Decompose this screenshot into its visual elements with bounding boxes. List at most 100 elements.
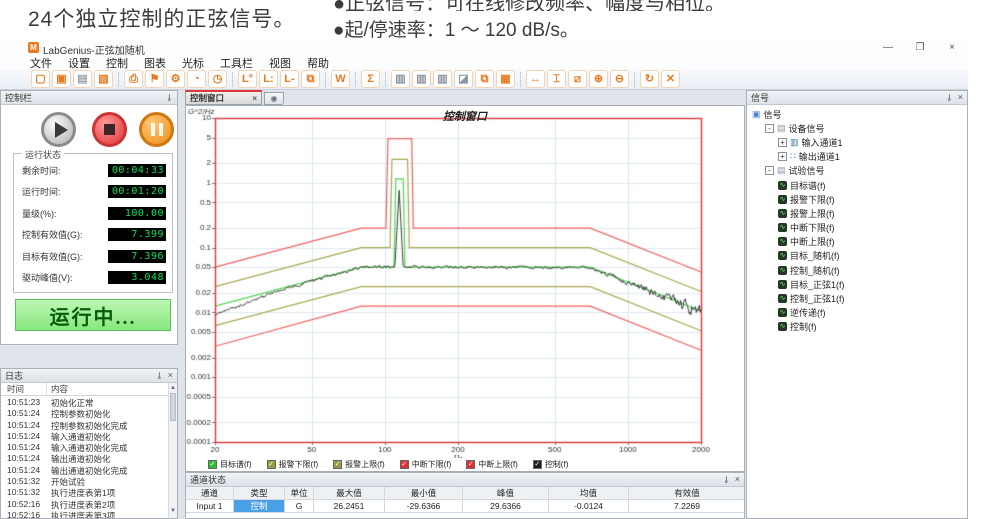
new-file-button[interactable]: ▢: [31, 70, 50, 88]
zoom-in-button[interactable]: ⊕: [589, 70, 608, 88]
tree-item[interactable]: ∿控制_随机(f): [747, 263, 967, 277]
tree-item[interactable]: ∿控制(f): [747, 320, 967, 334]
log-row[interactable]: 10:51:24控制参数初始化: [1, 408, 169, 419]
menu-item[interactable]: 设置: [60, 58, 98, 70]
disc-button[interactable]: ◔: [187, 70, 206, 88]
scroll-down-icon[interactable]: ▼: [170, 508, 176, 514]
tree-item[interactable]: +▥输入通道1: [747, 135, 967, 149]
legend-item[interactable]: ✓报警上限(f): [333, 459, 385, 470]
legend-checkbox-icon[interactable]: ✓: [533, 460, 542, 469]
tab-close-icon[interactable]: ×: [252, 94, 257, 103]
v-zoom-button[interactable]: ⌶: [547, 70, 566, 88]
log-row[interactable]: 10:51:24输出通道初始化完成: [1, 465, 169, 476]
tree-item[interactable]: ∿目标_随机(f): [747, 249, 967, 263]
menu-item[interactable]: 视图: [261, 58, 299, 70]
tree-item[interactable]: ∿中断下限(f): [747, 221, 967, 235]
legend-checkbox-icon[interactable]: ✓: [208, 460, 217, 469]
log-xy-button[interactable]: L-: [280, 70, 299, 88]
log-y-button[interactable]: L:: [259, 70, 278, 88]
minimize-button[interactable]: —: [875, 40, 901, 55]
settings-gear-button[interactable]: ⚙: [166, 70, 185, 88]
word-export-button[interactable]: W: [331, 70, 350, 88]
vertical-splitter[interactable]: [178, 90, 185, 519]
pin-icon[interactable]: ⊸: [154, 372, 163, 380]
legend-item[interactable]: ✓中断上限(f): [466, 459, 518, 470]
pin-icon[interactable]: ⊸: [944, 94, 953, 102]
legend-checkbox-icon[interactable]: ✓: [400, 460, 409, 469]
sigma-button[interactable]: Σ: [361, 70, 380, 88]
chart-line-button[interactable]: ◪: [454, 70, 473, 88]
pin-icon[interactable]: ⊸: [165, 94, 174, 102]
play-button[interactable]: [41, 112, 76, 147]
full-scale-button[interactable]: ✕: [661, 70, 680, 88]
tree-item[interactable]: ∿报警上限(f): [747, 206, 967, 220]
pin-icon[interactable]: ⊸: [721, 476, 730, 484]
tree-item[interactable]: ∿目标谱(f): [747, 178, 967, 192]
tree-item[interactable]: ∿逆传递(f): [747, 306, 967, 320]
menu-item[interactable]: 文件: [22, 58, 60, 70]
bar-chart-3-button[interactable]: ▥: [433, 70, 452, 88]
legend-item[interactable]: ✓报警下限(f): [267, 459, 319, 470]
log-row[interactable]: 10:51:24输入通道初始化: [1, 431, 169, 442]
menu-item[interactable]: 帮助: [299, 58, 337, 70]
bar-chart-1-button[interactable]: ▥: [391, 70, 410, 88]
menu-item[interactable]: 工具栏: [212, 58, 261, 70]
collapse-icon[interactable]: -: [765, 124, 774, 133]
log-scrollbar[interactable]: ▲ ▼: [168, 383, 177, 518]
tree-item[interactable]: +∷输出通道1: [747, 150, 967, 164]
table-button[interactable]: ▦: [496, 70, 515, 88]
menu-item[interactable]: 图表: [136, 58, 174, 70]
tab-control-window[interactable]: 控制窗口 ×: [185, 90, 262, 105]
tree-item[interactable]: ∿报警下限(f): [747, 192, 967, 206]
log-row[interactable]: 10:51:24输出通道初始化: [1, 453, 169, 464]
clock-button[interactable]: ◷: [208, 70, 227, 88]
close-icon[interactable]: ×: [735, 475, 740, 484]
legend-checkbox-icon[interactable]: ✓: [267, 460, 276, 469]
copy-window-button[interactable]: ⧉: [301, 70, 320, 88]
bar-chart-2-button[interactable]: ▥: [412, 70, 431, 88]
refresh-button[interactable]: ↻: [640, 70, 659, 88]
h-zoom-button[interactable]: ↔: [526, 70, 545, 88]
snapshot-button[interactable]: ◉: [264, 92, 284, 105]
tree-item[interactable]: ∿中断上限(f): [747, 235, 967, 249]
collapse-icon[interactable]: -: [765, 166, 774, 175]
expand-icon[interactable]: +: [778, 138, 787, 147]
save-button[interactable]: ▣: [52, 70, 71, 88]
log-row[interactable]: 10:51:24输入通道初始化完成: [1, 442, 169, 453]
scroll-up-icon[interactable]: ▲: [170, 385, 176, 391]
box-zoom-button[interactable]: ⧄: [568, 70, 587, 88]
menu-item[interactable]: 光标: [174, 58, 212, 70]
close-icon[interactable]: ×: [958, 93, 963, 102]
zoom-out-button[interactable]: ⊖: [610, 70, 629, 88]
log-row[interactable]: 10:52:16执行进度表第2项: [1, 499, 169, 510]
log-x-button[interactable]: L°: [238, 70, 257, 88]
stop-button[interactable]: [92, 112, 127, 147]
pause-button[interactable]: [139, 112, 174, 147]
menu-item[interactable]: 控制: [98, 58, 136, 70]
open-button[interactable]: ▤: [73, 70, 92, 88]
dual-window-button[interactable]: ⧉: [475, 70, 494, 88]
print-button[interactable]: ⎙: [124, 70, 143, 88]
log-row[interactable]: 10:51:24控制参数初始化完成: [1, 420, 169, 431]
log-row[interactable]: 10:51:32执行进度表第1项: [1, 487, 169, 498]
close-button[interactable]: ×: [939, 40, 965, 55]
expand-icon[interactable]: +: [778, 152, 787, 161]
tree-item[interactable]: ∿控制_正弦1(f): [747, 291, 967, 305]
legend-checkbox-icon[interactable]: ✓: [466, 460, 475, 469]
log-row[interactable]: 10:51:23初始化正常: [1, 397, 169, 408]
restore-button[interactable]: ❐: [907, 40, 933, 55]
log-row[interactable]: 10:51:32开始试验: [1, 476, 169, 487]
legend-item[interactable]: ✓目标谱(f): [208, 459, 252, 470]
tree-item[interactable]: -▤试验信号: [747, 164, 967, 178]
scrollbar-thumb[interactable]: [170, 393, 176, 421]
export-button[interactable]: ▧: [94, 70, 113, 88]
legend-item[interactable]: ✓控制(f): [533, 459, 569, 470]
tree-item[interactable]: -▤设备信号: [747, 121, 967, 135]
log-row[interactable]: 10:52:16执行进度表第3项: [1, 510, 169, 518]
chart-canvas[interactable]: [186, 106, 745, 458]
image-flag-button[interactable]: ⚑: [145, 70, 164, 88]
tree-item[interactable]: ▣信号: [747, 107, 967, 121]
legend-item[interactable]: ✓中断下限(f): [400, 459, 452, 470]
legend-checkbox-icon[interactable]: ✓: [333, 460, 342, 469]
close-icon[interactable]: ×: [168, 371, 173, 380]
